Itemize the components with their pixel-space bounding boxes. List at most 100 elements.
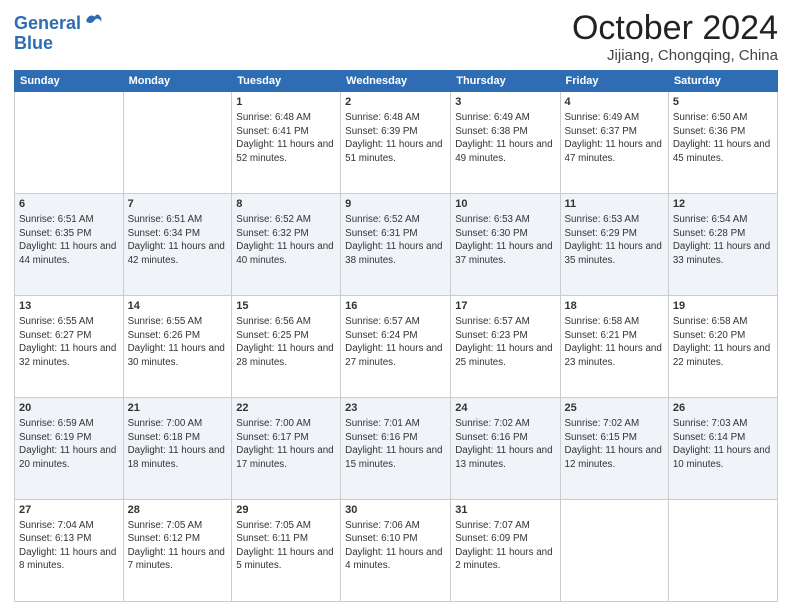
day-info: Sunrise: 6:54 AM Sunset: 6:28 PM Dayligh…	[673, 214, 770, 266]
day-info: Sunrise: 6:53 AM Sunset: 6:29 PM Dayligh…	[565, 214, 662, 266]
day-number: 14	[128, 299, 228, 314]
day-info: Sunrise: 6:53 AM Sunset: 6:30 PM Dayligh…	[455, 214, 552, 266]
calendar-cell: 7 Sunrise: 6:51 AM Sunset: 6:34 PM Daylig…	[123, 194, 232, 296]
calendar-cell: 8 Sunrise: 6:52 AM Sunset: 6:32 PM Daylig…	[232, 194, 341, 296]
logo-icon	[83, 10, 103, 30]
weekday-header-row: SundayMondayTuesdayWednesdayThursdayFrid…	[15, 71, 778, 92]
calendar-cell: 27Sunrise: 7:04 AM Sunset: 6:13 PM Dayli…	[15, 500, 124, 602]
day-info: Sunrise: 6:51 AM Sunset: 6:34 PM Dayligh…	[128, 214, 225, 266]
calendar-cell: 2Sunrise: 6:48 AM Sunset: 6:39 PM Daylig…	[341, 92, 451, 194]
logo-text: General	[14, 14, 81, 34]
calendar-cell	[560, 500, 668, 602]
calendar-cell	[15, 92, 124, 194]
week-row-1: 1 Sunrise: 6:48 AM Sunset: 6:41 PM Daylig…	[15, 92, 778, 194]
day-info: Sunrise: 6:52 AM Sunset: 6:31 PM Dayligh…	[345, 214, 442, 266]
day-info: Sunrise: 7:04 AM Sunset: 6:13 PM Dayligh…	[19, 520, 116, 572]
weekday-header-thursday: Thursday	[451, 71, 560, 92]
week-row-5: 27Sunrise: 7:04 AM Sunset: 6:13 PM Dayli…	[15, 500, 778, 602]
day-number: 17	[455, 299, 555, 314]
day-info: Sunrise: 6:50 AM Sunset: 6:36 PM Dayligh…	[673, 112, 770, 164]
weekday-header-sunday: Sunday	[15, 71, 124, 92]
calendar-cell: 21 Sunrise: 7:00 AM Sunset: 6:18 PM Dayli…	[123, 398, 232, 500]
day-info: Sunrise: 6:55 AM Sunset: 6:27 PM Dayligh…	[19, 316, 116, 368]
day-info: Sunrise: 6:48 AM Sunset: 6:41 PM Dayligh…	[236, 112, 333, 164]
week-row-3: 13 Sunrise: 6:55 AM Sunset: 6:27 PM Dayli…	[15, 296, 778, 398]
calendar-cell: 12 Sunrise: 6:54 AM Sunset: 6:28 PM Dayli…	[668, 194, 777, 296]
calendar-cell	[668, 500, 777, 602]
calendar-cell: 17 Sunrise: 6:57 AM Sunset: 6:23 PM Dayli…	[451, 296, 560, 398]
day-number: 30	[345, 503, 446, 518]
day-info: Sunrise: 6:52 AM Sunset: 6:32 PM Dayligh…	[236, 214, 333, 266]
day-number: 4	[565, 95, 664, 110]
day-info: Sunrise: 6:48 AM Sunset: 6:39 PM Dayligh…	[345, 112, 442, 164]
calendar-cell: 30 Sunrise: 7:06 AM Sunset: 6:10 PM Dayli…	[341, 500, 451, 602]
calendar-cell: 24 Sunrise: 7:02 AM Sunset: 6:16 PM Dayli…	[451, 398, 560, 500]
day-info: Sunrise: 6:49 AM Sunset: 6:37 PM Dayligh…	[565, 112, 662, 164]
day-info: Sunrise: 6:59 AM Sunset: 6:19 PM Dayligh…	[19, 418, 116, 470]
day-number: 7	[128, 197, 228, 212]
day-info: Sunrise: 6:55 AM Sunset: 6:26 PM Dayligh…	[128, 316, 225, 368]
calendar-cell: 14 Sunrise: 6:55 AM Sunset: 6:26 PM Dayli…	[123, 296, 232, 398]
day-number: 5	[673, 95, 773, 110]
day-number: 11	[565, 197, 664, 212]
day-number: 31	[455, 503, 555, 518]
day-info: Sunrise: 7:05 AM Sunset: 6:12 PM Dayligh…	[128, 520, 225, 572]
day-info: Sunrise: 7:03 AM Sunset: 6:14 PM Dayligh…	[673, 418, 770, 470]
month-title: October 2024	[572, 10, 778, 47]
calendar-cell: 1 Sunrise: 6:48 AM Sunset: 6:41 PM Daylig…	[232, 92, 341, 194]
week-row-2: 6 Sunrise: 6:51 AM Sunset: 6:35 PM Daylig…	[15, 194, 778, 296]
calendar-cell: 25 Sunrise: 7:02 AM Sunset: 6:15 PM Dayli…	[560, 398, 668, 500]
calendar-table: SundayMondayTuesdayWednesdayThursdayFrid…	[14, 70, 778, 602]
calendar-cell: 3Sunrise: 6:49 AM Sunset: 6:38 PM Daylig…	[451, 92, 560, 194]
weekday-header-wednesday: Wednesday	[341, 71, 451, 92]
day-number: 8	[236, 197, 336, 212]
page: General Blue October 2024 Jijiang, Chong…	[0, 0, 792, 612]
day-number: 3	[455, 95, 555, 110]
day-number: 12	[673, 197, 773, 212]
day-info: Sunrise: 6:57 AM Sunset: 6:23 PM Dayligh…	[455, 316, 552, 368]
calendar-cell: 29Sunrise: 7:05 AM Sunset: 6:11 PM Dayli…	[232, 500, 341, 602]
day-info: Sunrise: 7:00 AM Sunset: 6:18 PM Dayligh…	[128, 418, 225, 470]
logo: General Blue	[14, 14, 103, 54]
day-number: 18	[565, 299, 664, 314]
day-info: Sunrise: 6:58 AM Sunset: 6:20 PM Dayligh…	[673, 316, 770, 368]
calendar-cell: 5 Sunrise: 6:50 AM Sunset: 6:36 PM Daylig…	[668, 92, 777, 194]
calendar-cell: 20 Sunrise: 6:59 AM Sunset: 6:19 PM Dayli…	[15, 398, 124, 500]
day-number: 28	[128, 503, 228, 518]
day-info: Sunrise: 6:58 AM Sunset: 6:21 PM Dayligh…	[565, 316, 662, 368]
day-number: 1	[236, 95, 336, 110]
day-number: 15	[236, 299, 336, 314]
day-number: 20	[19, 401, 119, 416]
week-row-4: 20 Sunrise: 6:59 AM Sunset: 6:19 PM Dayli…	[15, 398, 778, 500]
day-number: 24	[455, 401, 555, 416]
day-info: Sunrise: 6:51 AM Sunset: 6:35 PM Dayligh…	[19, 214, 116, 266]
calendar-cell: 9 Sunrise: 6:52 AM Sunset: 6:31 PM Daylig…	[341, 194, 451, 296]
calendar-cell: 26 Sunrise: 7:03 AM Sunset: 6:14 PM Dayli…	[668, 398, 777, 500]
weekday-header-friday: Friday	[560, 71, 668, 92]
day-number: 21	[128, 401, 228, 416]
day-number: 16	[345, 299, 446, 314]
day-number: 26	[673, 401, 773, 416]
location: Jijiang, Chongqing, China	[572, 47, 778, 64]
day-info: Sunrise: 7:01 AM Sunset: 6:16 PM Dayligh…	[345, 418, 442, 470]
calendar-cell: 4 Sunrise: 6:49 AM Sunset: 6:37 PM Daylig…	[560, 92, 668, 194]
day-info: Sunrise: 7:06 AM Sunset: 6:10 PM Dayligh…	[345, 520, 442, 572]
day-info: Sunrise: 7:02 AM Sunset: 6:15 PM Dayligh…	[565, 418, 662, 470]
calendar-cell: 10 Sunrise: 6:53 AM Sunset: 6:30 PM Dayli…	[451, 194, 560, 296]
calendar-cell: 31 Sunrise: 7:07 AM Sunset: 6:09 PM Dayli…	[451, 500, 560, 602]
day-info: Sunrise: 7:07 AM Sunset: 6:09 PM Dayligh…	[455, 520, 552, 572]
day-number: 25	[565, 401, 664, 416]
day-info: Sunrise: 7:02 AM Sunset: 6:16 PM Dayligh…	[455, 418, 552, 470]
calendar-cell: 13 Sunrise: 6:55 AM Sunset: 6:27 PM Dayli…	[15, 296, 124, 398]
day-info: Sunrise: 7:00 AM Sunset: 6:17 PM Dayligh…	[236, 418, 333, 470]
calendar-cell: 28 Sunrise: 7:05 AM Sunset: 6:12 PM Dayli…	[123, 500, 232, 602]
calendar-cell: 6 Sunrise: 6:51 AM Sunset: 6:35 PM Daylig…	[15, 194, 124, 296]
calendar-cell: 19Sunrise: 6:58 AM Sunset: 6:20 PM Dayli…	[668, 296, 777, 398]
day-number: 10	[455, 197, 555, 212]
header: General Blue October 2024 Jijiang, Chong…	[14, 10, 778, 64]
day-number: 6	[19, 197, 119, 212]
day-number: 9	[345, 197, 446, 212]
day-number: 23	[345, 401, 446, 416]
day-number: 13	[19, 299, 119, 314]
title-block: October 2024 Jijiang, Chongqing, China	[572, 10, 778, 64]
